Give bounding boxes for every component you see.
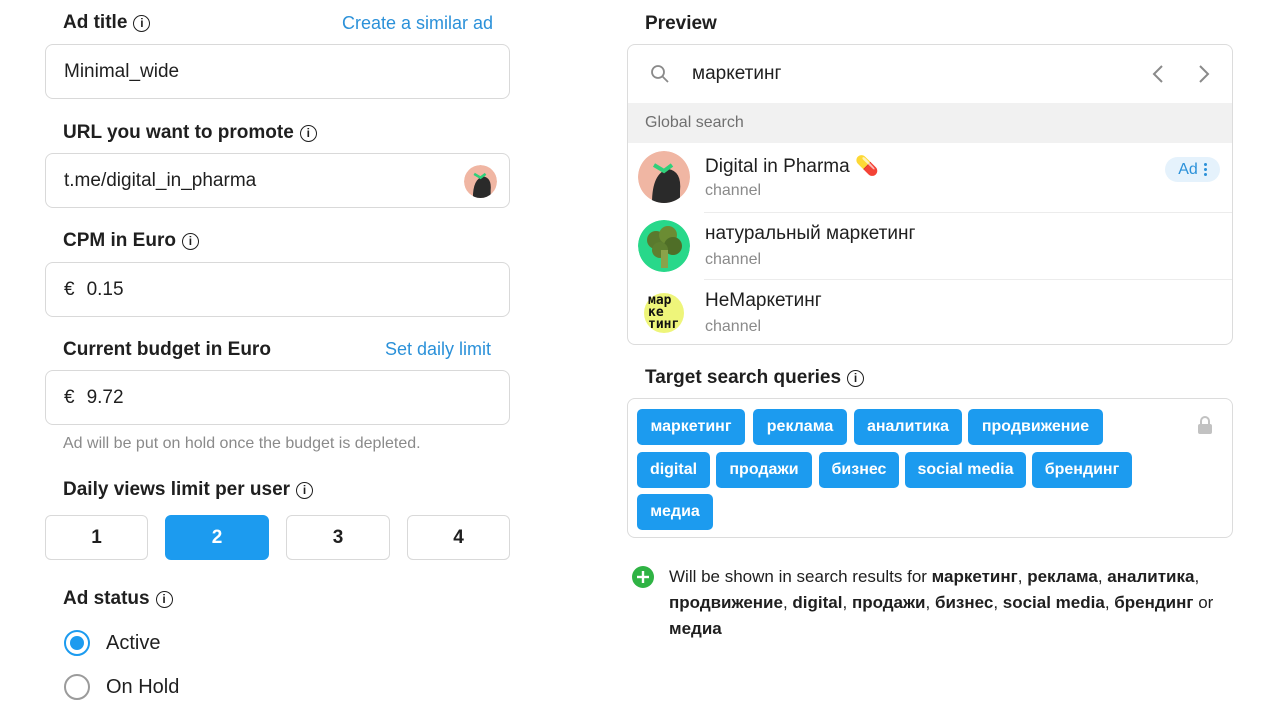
- budget-input[interactable]: € 9.72: [45, 370, 510, 425]
- create-similar-ad-link[interactable]: Create a similar ad: [342, 13, 493, 34]
- cpm-input[interactable]: € 0.15: [45, 262, 510, 317]
- budget-hint: Ad will be put on hold once the budget i…: [63, 435, 421, 452]
- info-icon[interactable]: i: [181, 232, 199, 250]
- query-chip[interactable]: брендинг: [1032, 452, 1132, 488]
- result-type: channel: [705, 318, 762, 335]
- section-header: Global search: [628, 103, 1232, 143]
- result-name: натуральный маркетинг: [705, 223, 916, 244]
- status-onhold-radio[interactable]: On Hold: [64, 674, 179, 700]
- channel-avatar-icon: [464, 165, 497, 198]
- result-name: Digital in Pharma 💊: [705, 156, 879, 177]
- set-daily-limit-link[interactable]: Set daily limit: [385, 339, 491, 360]
- views-option-3[interactable]: 3: [286, 515, 390, 560]
- info-icon[interactable]: i: [133, 14, 151, 32]
- ad-title-label: Ad title i: [63, 12, 151, 34]
- url-input[interactable]: t.me/digital_in_pharma: [45, 153, 510, 208]
- target-queries-box[interactable]: маркетинг реклама аналитика продвижение …: [627, 398, 1233, 538]
- result-type: channel: [705, 182, 762, 199]
- preview-title: Preview: [645, 13, 717, 34]
- query-chip[interactable]: продажи: [716, 452, 812, 488]
- query-chip[interactable]: бизнес: [819, 452, 899, 488]
- views-option-2[interactable]: 2: [165, 515, 269, 560]
- search-query: маркетинг: [692, 63, 782, 84]
- search-result[interactable]: натуральный маркетинг channel: [628, 213, 1232, 280]
- status-active-radio[interactable]: Active: [64, 630, 160, 656]
- ad-badge[interactable]: Ad: [1165, 157, 1220, 182]
- views-option-1[interactable]: 1: [45, 515, 148, 560]
- pill-emoji-icon: 💊: [854, 156, 879, 177]
- query-chip[interactable]: social media: [905, 452, 1026, 488]
- chevron-left-icon[interactable]: [1150, 64, 1166, 84]
- targeting-note: Will be shown in search results for марк…: [669, 567, 1214, 638]
- daily-views-label: Daily views limit per user i: [63, 479, 314, 501]
- ad-status-label: Ad status i: [63, 588, 173, 610]
- chevron-right-icon[interactable]: [1196, 64, 1212, 84]
- info-icon[interactable]: i: [296, 481, 314, 499]
- preview-panel: маркетинг Global search Digital in Pharm…: [627, 44, 1233, 345]
- query-chip[interactable]: продвижение: [968, 409, 1103, 445]
- query-chip[interactable]: аналитика: [854, 409, 962, 445]
- result-type: channel: [705, 251, 762, 268]
- query-chip[interactable]: медиа: [637, 494, 713, 530]
- avatar: [638, 220, 690, 272]
- info-icon[interactable]: i: [155, 590, 173, 608]
- more-vertical-icon[interactable]: [1203, 163, 1207, 176]
- plus-circle-icon: [632, 566, 654, 593]
- query-chip[interactable]: реклама: [753, 409, 847, 445]
- search-bar[interactable]: маркетинг: [628, 45, 1232, 103]
- search-result[interactable]: Digital in Pharma 💊 channel Ad: [628, 144, 1232, 211]
- info-icon[interactable]: i: [847, 369, 865, 387]
- url-label: URL you want to promote i: [63, 122, 317, 144]
- radio-unchecked-icon[interactable]: [64, 674, 90, 700]
- views-option-4[interactable]: 4: [407, 515, 510, 560]
- result-name: НеМаркетинг: [705, 290, 822, 311]
- query-chip[interactable]: маркетинг: [637, 409, 745, 445]
- radio-checked-icon[interactable]: [64, 630, 90, 656]
- query-chip[interactable]: digital: [637, 452, 710, 488]
- lock-icon: [1198, 416, 1212, 434]
- info-icon[interactable]: i: [299, 124, 317, 142]
- search-icon: [651, 65, 669, 83]
- target-queries-label: Target search queries i: [645, 367, 865, 389]
- search-result[interactable]: мар ке тинг НеМаркетинг channel: [628, 280, 1232, 344]
- budget-label: Current budget in Euro: [63, 339, 271, 360]
- cpm-label: CPM in Euro i: [63, 230, 199, 252]
- avatar: мар ке тинг: [638, 287, 690, 339]
- ad-title-input[interactable]: Minimal_wide: [45, 44, 510, 99]
- avatar: [638, 151, 690, 203]
